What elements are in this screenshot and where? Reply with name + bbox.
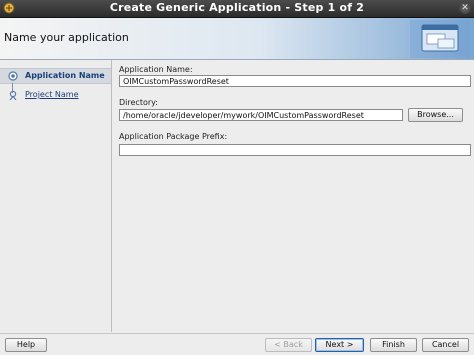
directory-label: Directory: <box>119 98 158 107</box>
current-step-icon <box>8 71 18 81</box>
application-form: Application Name: OIMCustomPasswordReset… <box>112 60 474 332</box>
browse-button[interactable]: Browse... <box>408 108 463 122</box>
title-bar[interactable]: Create Generic Application - Step 1 of 2… <box>0 0 474 18</box>
step-label: Project Name <box>25 90 79 99</box>
app-name-field[interactable]: OIMCustomPasswordReset <box>119 75 471 87</box>
next-button[interactable]: Next > <box>315 338 364 352</box>
wizard-steps-panel: Application Name Project Name <box>0 60 112 332</box>
back-button[interactable]: < Back <box>265 338 312 352</box>
step-application-name[interactable]: Application Name <box>0 68 111 84</box>
app-name-label: Application Name: <box>119 65 193 74</box>
close-icon: ✕ <box>461 3 469 13</box>
package-prefix-field[interactable] <box>119 144 471 156</box>
step-project-name[interactable]: Project Name <box>0 88 111 102</box>
finish-button[interactable]: Finish <box>370 338 417 352</box>
pending-step-icon <box>9 90 17 100</box>
help-button[interactable]: Help <box>5 338 47 352</box>
close-window-button[interactable]: ✕ <box>459 2 471 14</box>
step-label: Application Name <box>25 71 105 80</box>
page-title: Name your application <box>4 31 129 44</box>
wizard-banner: Name your application <box>0 18 474 60</box>
directory-field[interactable]: /home/oracle/jdeveloper/mywork/OIMCustom… <box>119 109 403 121</box>
button-bar: Help < Back Next > Finish Cancel <box>0 333 474 355</box>
banner-illustration-icon <box>410 20 470 58</box>
wizard-window: Create Generic Application - Step 1 of 2… <box>0 0 474 355</box>
window-title: Create Generic Application - Step 1 of 2 <box>109 1 365 14</box>
cancel-button[interactable]: Cancel <box>422 338 469 352</box>
package-prefix-label: Application Package Prefix: <box>119 132 228 141</box>
